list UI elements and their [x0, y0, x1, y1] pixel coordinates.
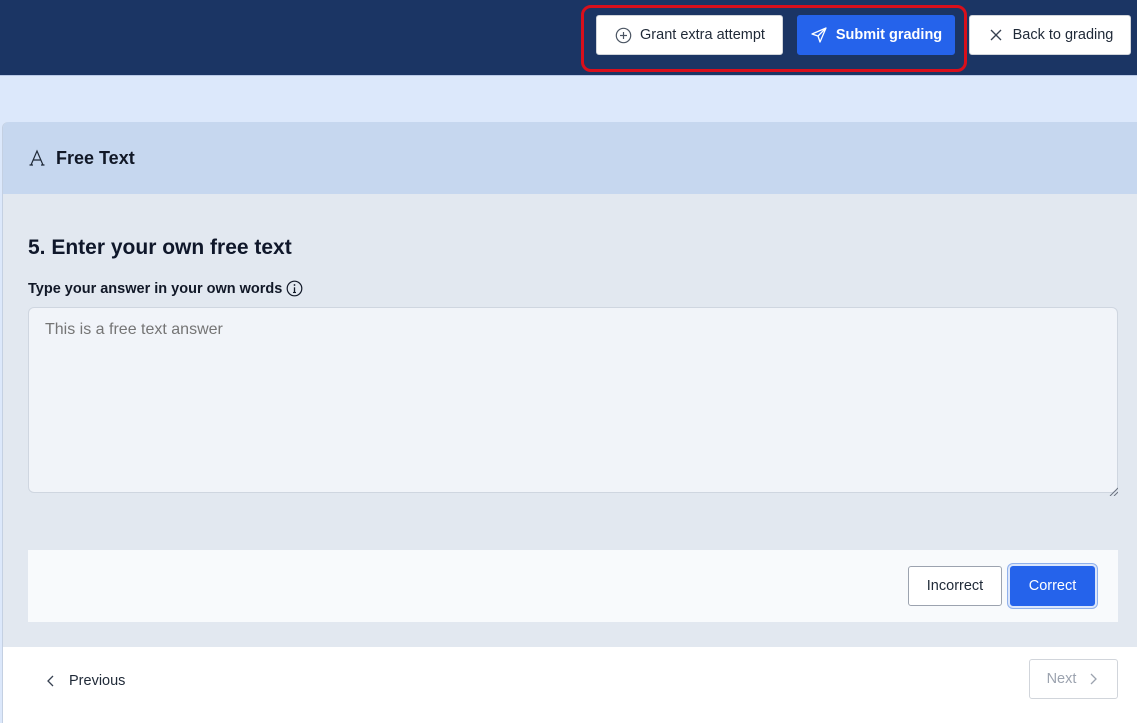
free-text-answer-field[interactable] — [28, 307, 1118, 493]
top-bar: Grant extra attempt Submit grading Back … — [0, 0, 1137, 75]
resize-handle-icon[interactable] — [1108, 483, 1119, 497]
question-navigation-footer: Previous Next — [3, 647, 1137, 723]
grant-extra-attempt-button[interactable]: Grant extra attempt — [596, 15, 783, 55]
close-icon — [987, 26, 1005, 44]
incorrect-button[interactable]: Incorrect — [908, 566, 1002, 606]
chevron-right-icon — [1086, 672, 1100, 686]
text-font-icon — [28, 149, 46, 167]
back-to-grading-button[interactable]: Back to grading — [969, 15, 1131, 55]
grading-actions-bar: Incorrect Correct — [28, 550, 1118, 622]
question-title: 5. Enter your own free text — [28, 236, 292, 259]
chevron-left-icon — [43, 673, 59, 689]
send-icon — [810, 26, 828, 44]
info-icon[interactable] — [286, 280, 303, 297]
answer-field-label: Type your answer in your own words — [28, 280, 303, 297]
submit-grading-label: Submit grading — [835, 27, 943, 43]
back-to-grading-label: Back to grading — [1012, 27, 1114, 43]
previous-button[interactable]: Previous — [43, 673, 125, 689]
plus-circle-icon — [614, 26, 632, 44]
next-label: Next — [1046, 671, 1077, 687]
next-button[interactable]: Next — [1029, 659, 1118, 699]
previous-label: Previous — [69, 673, 126, 689]
question-type-label: Free Text — [56, 147, 135, 168]
correct-button[interactable]: Correct — [1010, 566, 1095, 606]
question-type-header: Free Text — [3, 122, 1137, 194]
grant-extra-attempt-label: Grant extra attempt — [640, 27, 765, 43]
question-card: Free Text 5. Enter your own free text Ty… — [3, 122, 1137, 723]
topbar-divider — [0, 75, 1137, 76]
answer-field-label-text: Type your answer in your own words — [28, 280, 283, 297]
submit-grading-button[interactable]: Submit grading — [797, 15, 955, 55]
